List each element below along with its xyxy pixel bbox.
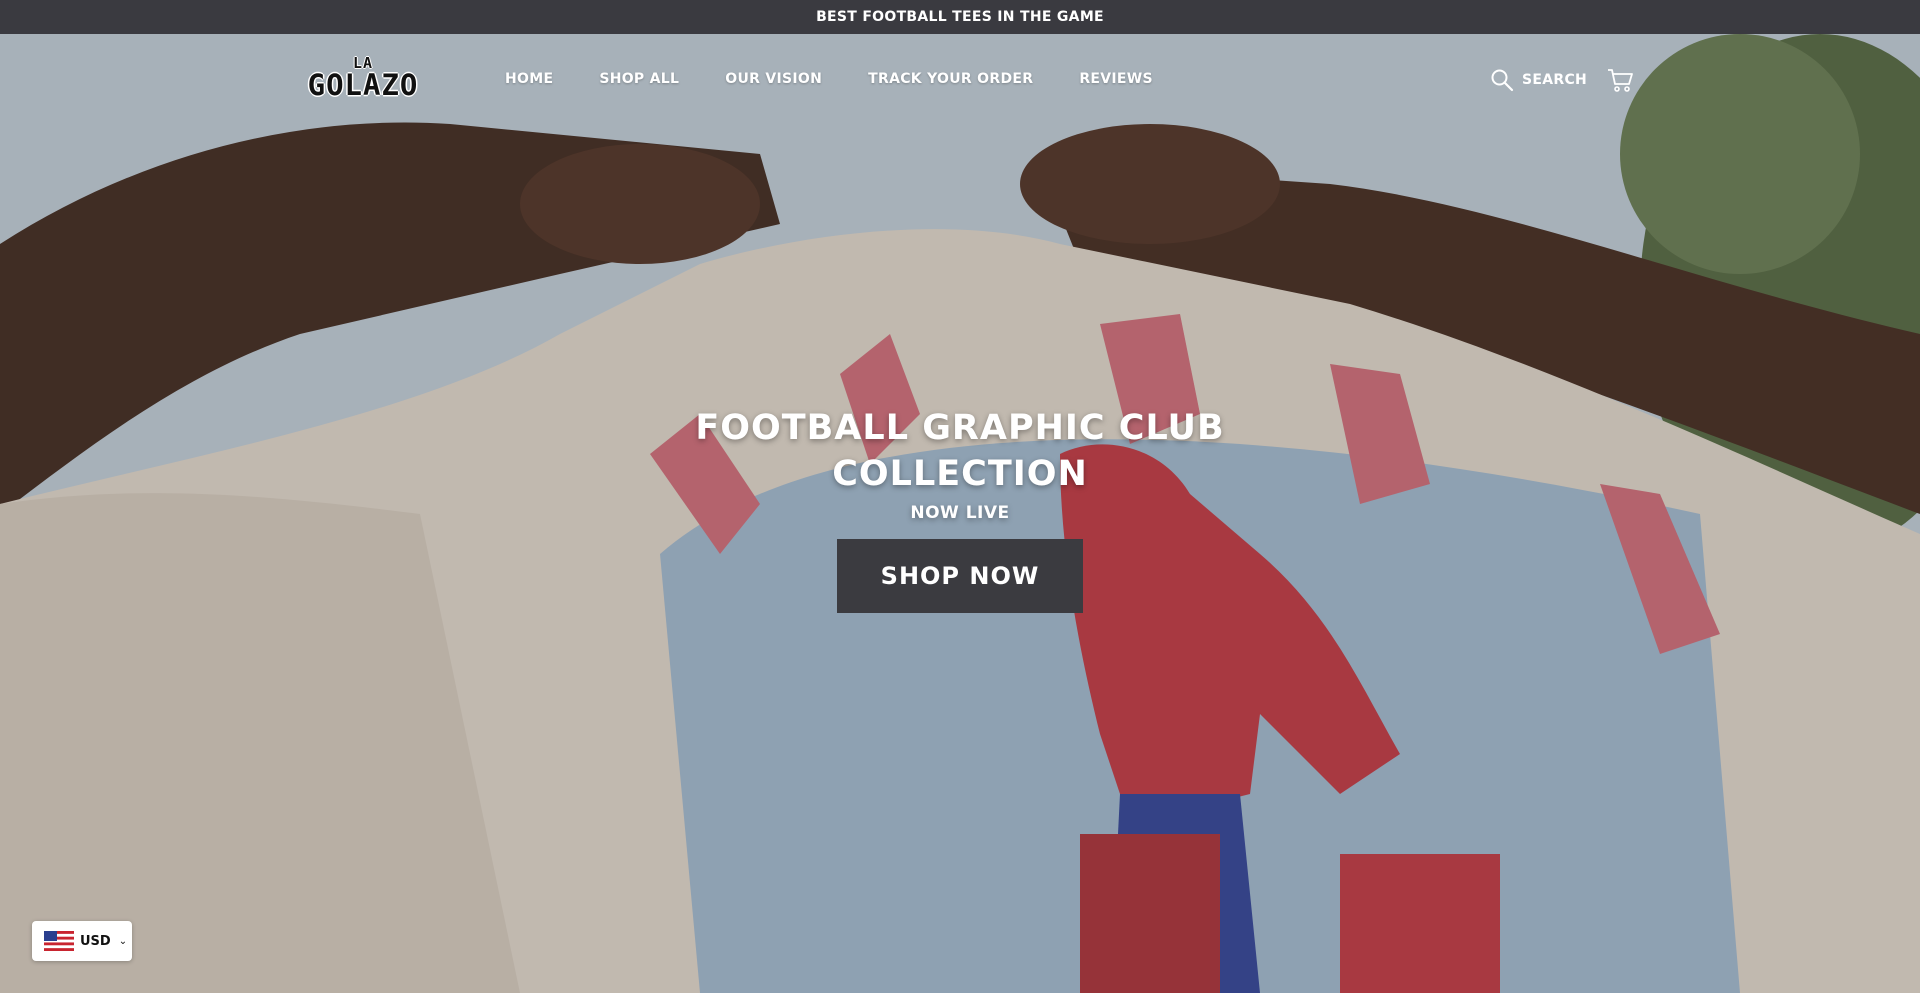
logo[interactable]: LA GOLAZO xyxy=(290,56,436,106)
currency-code: USD xyxy=(80,933,111,949)
hero-content: FOOTBALL GRAPHIC CLUB COLLECTION NOW LIV… xyxy=(660,405,1260,613)
search-label: SEARCH xyxy=(1522,72,1588,88)
nav-item-reviews[interactable]: REVIEWS xyxy=(1079,71,1153,87)
main-nav: HOME SHOP ALL OUR VISION TRACK YOUR ORDE… xyxy=(505,71,1199,87)
currency-selector[interactable]: USD ⌄ xyxy=(32,921,132,961)
nav-item-home[interactable]: HOME xyxy=(505,71,553,87)
hero-title: FOOTBALL GRAPHIC CLUB COLLECTION xyxy=(695,408,1225,494)
announcement-text: BEST FOOTBALL TEES IN THE GAME xyxy=(816,9,1104,25)
chevron-down-icon: ⌄ xyxy=(118,935,128,947)
site-header: LA GOLAZO HOME SHOP ALL OUR VISION TRACK… xyxy=(0,34,1920,126)
shop-now-button[interactable]: SHOP NOW xyxy=(837,539,1083,613)
announcement-bar: BEST FOOTBALL TEES IN THE GAME xyxy=(0,0,1920,34)
search-button[interactable]: SEARCH xyxy=(1490,68,1587,92)
cart-icon[interactable] xyxy=(1606,66,1634,94)
us-flag-icon xyxy=(44,931,74,951)
logo-line2: GOLAZO xyxy=(307,68,419,102)
search-icon xyxy=(1491,69,1514,92)
hero-subtitle: NOW LIVE xyxy=(910,503,1010,523)
nav-item-our-vision[interactable]: OUR VISION xyxy=(725,71,822,87)
nav-item-track-order[interactable]: TRACK YOUR ORDER xyxy=(868,71,1033,87)
nav-item-shop-all[interactable]: SHOP ALL xyxy=(599,71,679,87)
